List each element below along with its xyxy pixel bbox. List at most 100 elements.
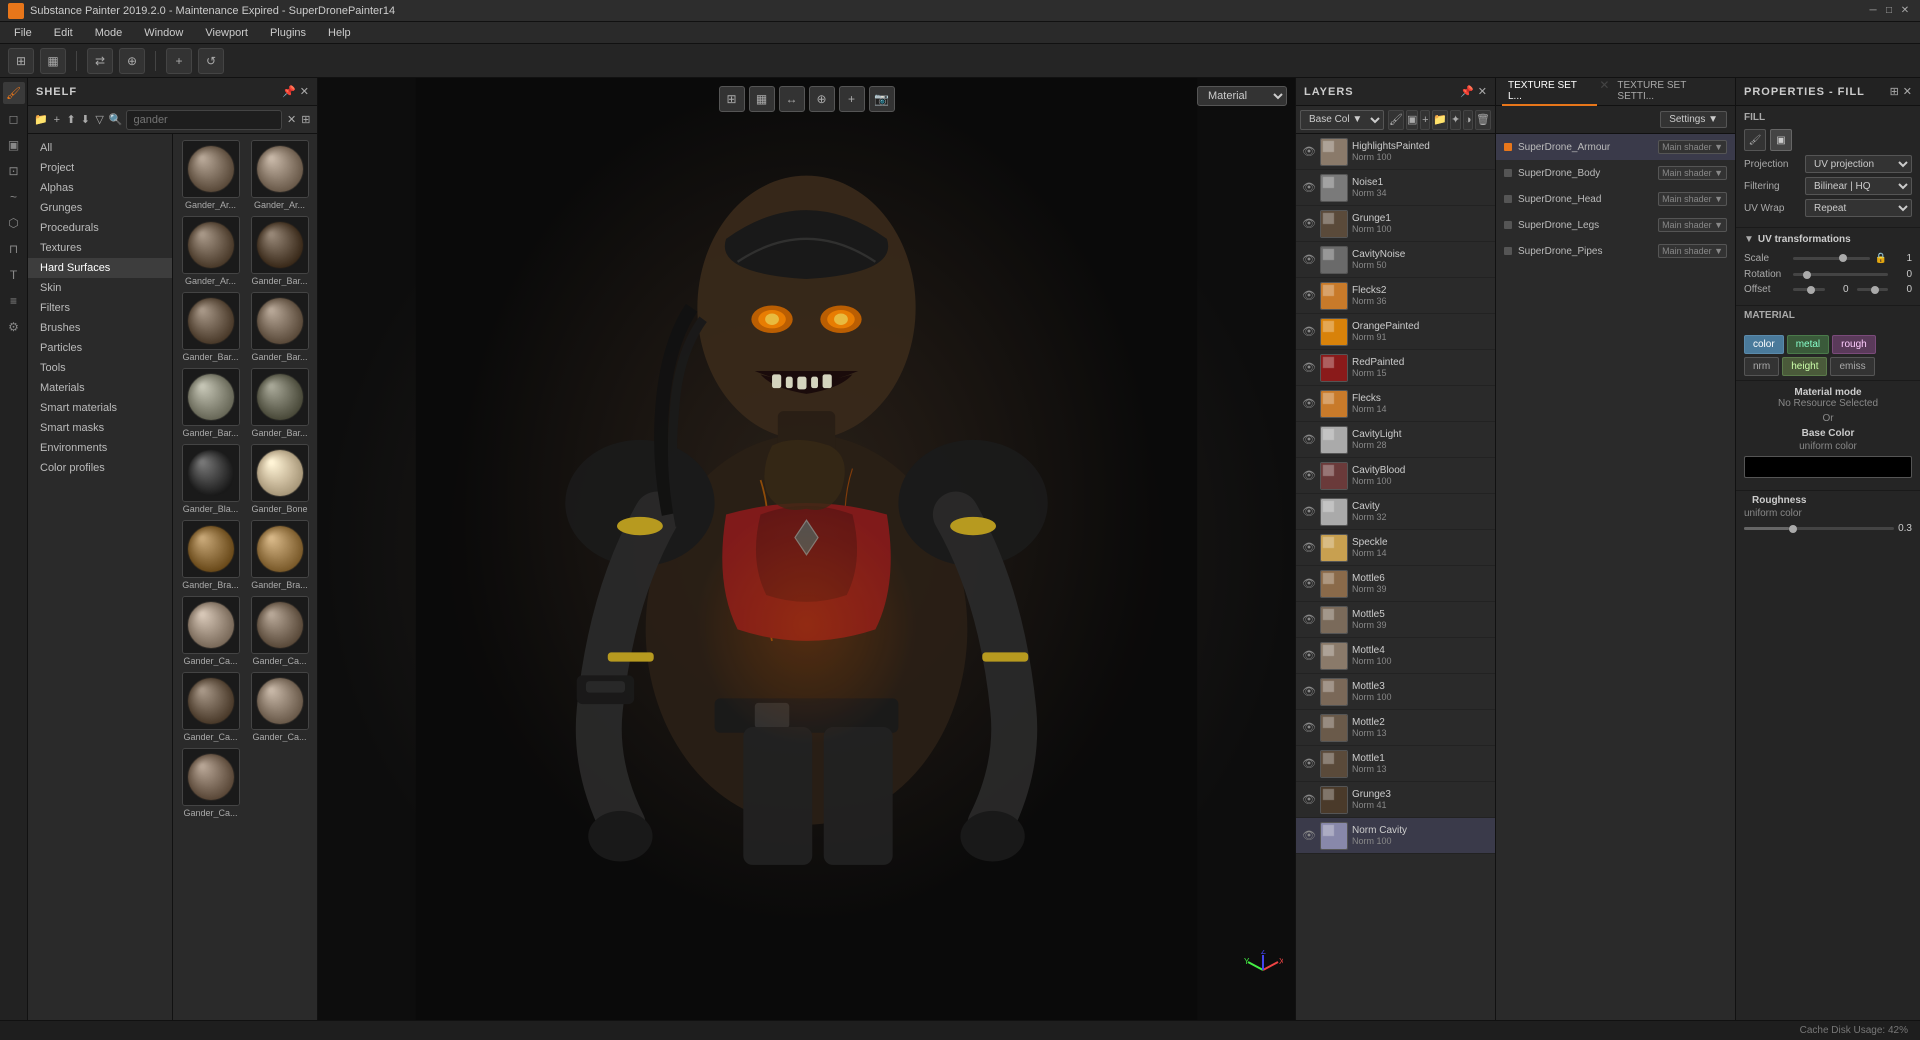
- shelf-item[interactable]: Gander_Bra...: [179, 520, 242, 590]
- transform-btn[interactable]: ⇄: [87, 48, 113, 74]
- fill-fill-btn[interactable]: ▣: [1770, 129, 1792, 151]
- layer-visibility-toggle[interactable]: 👁: [1302, 325, 1316, 339]
- shelf-nav-alphas[interactable]: Alphas: [28, 178, 172, 198]
- layer-row[interactable]: 👁CavityNoiseNorm 50: [1296, 242, 1495, 278]
- layer-row[interactable]: 👁CavityBloodNorm 100: [1296, 458, 1495, 494]
- roughness-slider[interactable]: [1744, 527, 1894, 530]
- rotation-slider[interactable]: [1793, 273, 1888, 276]
- shelf-item[interactable]: Gander_Bar...: [179, 368, 242, 438]
- prop-expand-icon[interactable]: ⊞: [1890, 85, 1899, 98]
- close-btn[interactable]: ✕: [1898, 4, 1912, 18]
- ts-shader-dropdown[interactable]: Main shader ▼: [1658, 166, 1727, 180]
- layout-btn[interactable]: ▦: [40, 48, 66, 74]
- shelf-item[interactable]: Gander_Ca...: [179, 596, 242, 666]
- layer-group-btn[interactable]: 📁: [1432, 110, 1448, 130]
- shelf-item[interactable]: Gander_Ar...: [248, 140, 311, 210]
- shelf-nav-filters[interactable]: Filters: [28, 298, 172, 318]
- shelf-nav-smart-materials[interactable]: Smart materials: [28, 398, 172, 418]
- layer-row[interactable]: 👁Mottle6Norm 39: [1296, 566, 1495, 602]
- ts-shader-dropdown[interactable]: Main shader ▼: [1658, 218, 1727, 232]
- layer-row[interactable]: 👁SpeckleNorm 14: [1296, 530, 1495, 566]
- layer-delete-btn[interactable]: 🗑: [1475, 110, 1491, 130]
- shelf-nav-materials[interactable]: Materials: [28, 378, 172, 398]
- layer-add-paint-btn[interactable]: 🖌: [1388, 110, 1404, 130]
- fill-paint-btn[interactable]: 🖌: [1744, 129, 1766, 151]
- shelf-nav-smart-masks[interactable]: Smart masks: [28, 418, 172, 438]
- layer-visibility-toggle[interactable]: 👁: [1302, 577, 1316, 591]
- offset-slider-x[interactable]: [1793, 288, 1825, 291]
- layer-row[interactable]: 👁Mottle1Norm 13: [1296, 746, 1495, 782]
- shelf-nav-project[interactable]: Project: [28, 158, 172, 178]
- texture-set-item[interactable]: SuperDrone_BodyMain shader ▼: [1496, 160, 1735, 186]
- projection-select[interactable]: UV projection: [1805, 155, 1912, 173]
- layer-visibility-toggle[interactable]: 👁: [1302, 793, 1316, 807]
- shelf-nav-brushes[interactable]: Brushes: [28, 318, 172, 338]
- search-clear-btn[interactable]: ✕: [286, 110, 296, 130]
- texture-set-item[interactable]: SuperDrone_PipesMain shader ▼: [1496, 238, 1735, 264]
- shelf-item[interactable]: Gander_Bone: [248, 444, 311, 514]
- layer-visibility-toggle[interactable]: 👁: [1302, 541, 1316, 555]
- shelf-new-btn[interactable]: +: [52, 110, 62, 130]
- shelf-nav-procedurals[interactable]: Procedurals: [28, 218, 172, 238]
- fill-icon[interactable]: ▣: [3, 134, 25, 156]
- text-icon[interactable]: T: [3, 264, 25, 286]
- search-input[interactable]: [126, 110, 282, 130]
- layer-add-btn[interactable]: +: [1420, 110, 1430, 130]
- menu-viewport[interactable]: Viewport: [195, 25, 258, 41]
- scale-lock-btn[interactable]: 🔒: [1874, 251, 1888, 265]
- layer-effect-btn[interactable]: ✦: [1450, 110, 1461, 130]
- grid-view-btn[interactable]: ⊞: [8, 48, 34, 74]
- texture-set-item[interactable]: SuperDrone_HeadMain shader ▼: [1496, 186, 1735, 212]
- layer-mask-btn[interactable]: ◑: [1463, 110, 1473, 130]
- settings-icon[interactable]: ⚙: [3, 316, 25, 338]
- viewport-mode-select[interactable]: Material Wireframe BaseColor Normal Roug…: [1197, 86, 1287, 106]
- shelf-nav-grunges[interactable]: Grunges: [28, 198, 172, 218]
- shelf-nav-particles[interactable]: Particles: [28, 338, 172, 358]
- texture-set-item[interactable]: SuperDrone_LegsMain shader ▼: [1496, 212, 1735, 238]
- layer-visibility-toggle[interactable]: 👁: [1302, 469, 1316, 483]
- shelf-filter-btn[interactable]: ▽: [95, 110, 105, 130]
- layer-row[interactable]: 👁OrangePaintedNorm 91: [1296, 314, 1495, 350]
- layer-visibility-toggle[interactable]: 👁: [1302, 613, 1316, 627]
- texture-set-item[interactable]: SuperDrone_ArmourMain shader ▼: [1496, 134, 1735, 160]
- shelf-nav-textures[interactable]: Textures: [28, 238, 172, 258]
- layer-visibility-toggle[interactable]: 👁: [1302, 505, 1316, 519]
- shelf-nav-hard-surfaces[interactable]: Hard Surfaces: [28, 258, 172, 278]
- uv-transforms-header[interactable]: ▼ UV transformations: [1744, 234, 1912, 245]
- layer-row[interactable]: 👁Norm CavityNorm 100: [1296, 818, 1495, 854]
- menu-plugins[interactable]: Plugins: [260, 25, 316, 41]
- ts-tab-settings[interactable]: TEXTURE SET SETTI...: [1611, 78, 1729, 106]
- layer-visibility-toggle[interactable]: 👁: [1302, 829, 1316, 843]
- shelf-export-btn[interactable]: ⬇: [80, 110, 90, 130]
- ts-shader-dropdown[interactable]: Main shader ▼: [1658, 244, 1727, 258]
- anchor-btn[interactable]: ⊕: [119, 48, 145, 74]
- mat-nrm-btn[interactable]: nrm: [1744, 357, 1779, 376]
- shelf-item[interactable]: Gander_Ca...: [248, 672, 311, 742]
- shelf-nav-skin[interactable]: Skin: [28, 278, 172, 298]
- shelf-item[interactable]: Gander_Bra...: [248, 520, 311, 590]
- shelf-nav-tools[interactable]: Tools: [28, 358, 172, 378]
- blend-mode-select[interactable]: Base Col ▼: [1300, 110, 1384, 130]
- layer-row[interactable]: 👁HighlightsPaintedNorm 100: [1296, 134, 1495, 170]
- layers-icon[interactable]: ≡: [3, 290, 25, 312]
- shelf-nav-color-profiles[interactable]: Color profiles: [28, 458, 172, 478]
- layer-row[interactable]: 👁Flecks2Norm 36: [1296, 278, 1495, 314]
- layer-visibility-toggle[interactable]: 👁: [1302, 181, 1316, 195]
- base-color-swatch[interactable]: [1744, 456, 1912, 478]
- paint-brush-icon[interactable]: 🖌: [3, 82, 25, 104]
- layer-visibility-toggle[interactable]: 👁: [1302, 361, 1316, 375]
- layers-pin-icon[interactable]: 📌: [1460, 85, 1474, 98]
- shelf-item[interactable]: Gander_Ca...: [248, 596, 311, 666]
- menu-edit[interactable]: Edit: [44, 25, 83, 41]
- layer-visibility-toggle[interactable]: 👁: [1302, 685, 1316, 699]
- vp-screenshot-btn[interactable]: 📷: [869, 86, 895, 112]
- layer-visibility-toggle[interactable]: 👁: [1302, 289, 1316, 303]
- shelf-folder-btn[interactable]: 📁: [34, 110, 48, 130]
- layers-close-icon[interactable]: ✕: [1478, 85, 1487, 98]
- shelf-nav-environments[interactable]: Environments: [28, 438, 172, 458]
- mat-emiss-btn[interactable]: emiss: [1830, 357, 1874, 376]
- layer-visibility-toggle[interactable]: 👁: [1302, 145, 1316, 159]
- shelf-item[interactable]: Gander_Ca...: [179, 748, 242, 818]
- layer-row[interactable]: 👁Mottle2Norm 13: [1296, 710, 1495, 746]
- vp-camera-btn[interactable]: ⊕: [809, 86, 835, 112]
